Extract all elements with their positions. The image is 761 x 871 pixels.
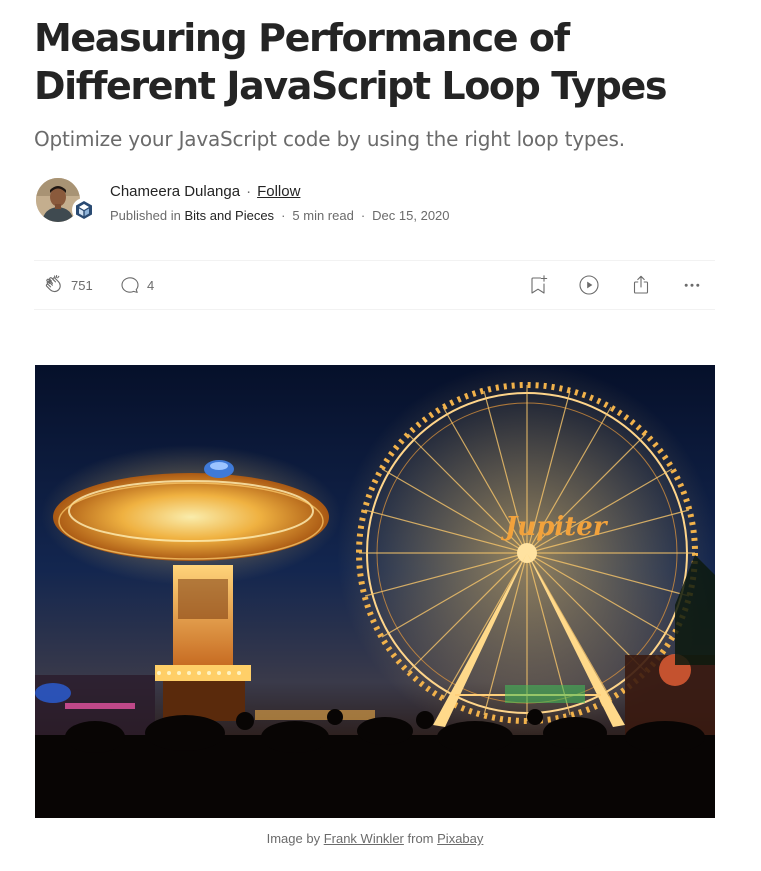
article-meta: Published in Bits and Pieces · 5 min read ·… (110, 207, 450, 225)
publish-date: Dec 15, 2020 (372, 208, 450, 223)
comment-icon (121, 277, 139, 293)
save-button[interactable] (526, 273, 550, 297)
article-title: Measuring Performance of Different JavaS… (34, 16, 667, 108)
publication-link[interactable]: Bits and Pieces (184, 208, 274, 223)
pixabay-link[interactable]: Pixabay (437, 831, 483, 846)
action-bar: 751 4 (34, 260, 715, 310)
read-time: 5 min read (292, 208, 354, 223)
listen-button[interactable] (577, 273, 601, 297)
clap-icon (45, 275, 61, 293)
more-button[interactable] (680, 273, 704, 297)
separator-dot: · (246, 183, 252, 200)
publication-badge[interactable] (72, 198, 96, 222)
caption-middle: from (407, 831, 434, 846)
author-name[interactable]: Chameera Dulanga (110, 183, 240, 200)
share-button[interactable] (629, 273, 653, 297)
author-row: Chameera Dulanga · Follow Published in Bit… (36, 178, 716, 226)
caption-prefix: Image by (266, 831, 321, 846)
follow-button[interactable]: Follow (257, 183, 300, 200)
hero-image: Jupiter (35, 365, 715, 818)
comment-button[interactable]: 4 (118, 273, 154, 297)
image-caption: Image by Frank Winkler from Pixabay (35, 830, 715, 848)
author-line: Chameera Dulanga · Follow (110, 182, 300, 202)
bookmark-add-icon (531, 275, 548, 294)
more-icon (684, 283, 700, 287)
response-count: 4 (147, 277, 155, 293)
photographer-link[interactable]: Frank Winkler (324, 831, 404, 846)
amusement-park-photo: Jupiter (35, 365, 715, 818)
clap-button[interactable]: 751 (42, 273, 93, 297)
jupiter-sign: Jupiter (500, 512, 609, 542)
clap-count: 751 (71, 277, 93, 293)
separator-dot: · (360, 208, 366, 223)
published-in-label: Published in (110, 208, 181, 223)
bits-and-pieces-logo-icon (76, 201, 92, 219)
article-subtitle: Optimize your JavaScript code by using t… (34, 127, 625, 151)
play-icon (579, 275, 599, 295)
share-icon (633, 275, 649, 294)
article-page: Measuring Performance of Different JavaS… (0, 0, 761, 871)
separator-dot: · (281, 208, 286, 223)
